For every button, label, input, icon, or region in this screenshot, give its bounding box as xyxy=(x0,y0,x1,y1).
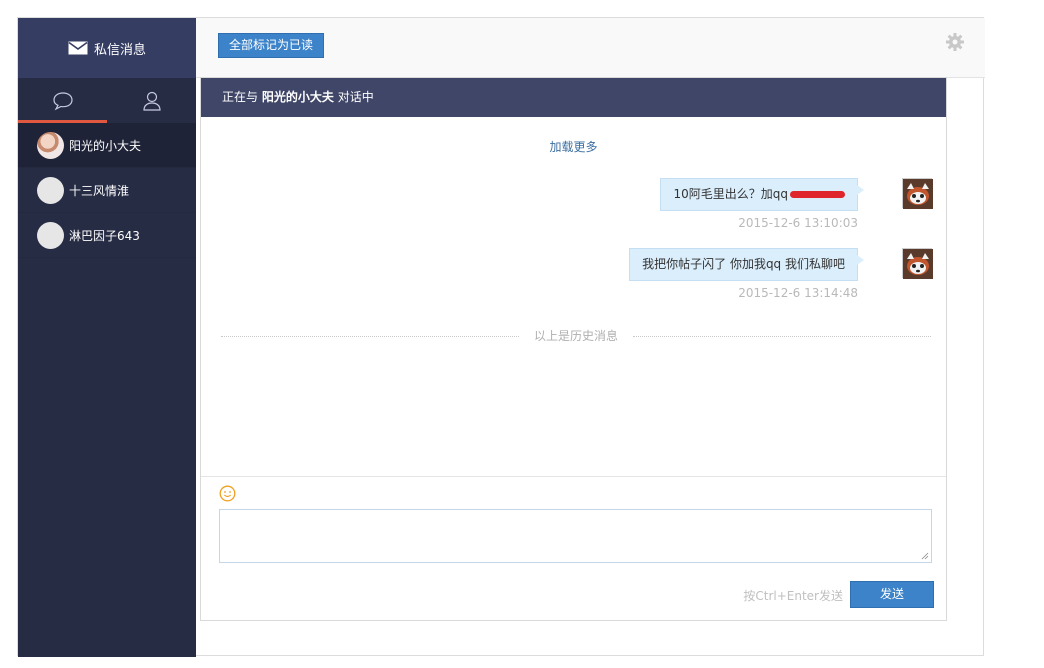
message-bubble: 10阿毛里出么？加qq xyxy=(660,178,864,211)
send-button[interactable]: 发送 xyxy=(850,581,934,608)
contact-item[interactable]: 淋巴因子643 xyxy=(18,213,196,258)
avatar xyxy=(37,221,64,249)
history-divider: 以上是历史消息 xyxy=(221,328,931,344)
tab-messages[interactable] xyxy=(18,78,107,123)
avatar xyxy=(902,178,933,209)
load-more-link[interactable]: 加载更多 xyxy=(201,138,946,155)
resize-grip-icon[interactable] xyxy=(921,552,929,560)
chat-bubble-icon xyxy=(52,91,73,110)
user-icon xyxy=(142,91,161,111)
contact-item[interactable]: 阳光的小大夫 xyxy=(18,123,196,168)
avatar xyxy=(37,176,64,204)
avatar xyxy=(902,248,933,279)
mail-icon xyxy=(68,41,88,55)
message-text: 我把你帖子闪了 你加我qq 我们私聊吧 xyxy=(642,257,845,271)
sidebar-header: 私信消息 xyxy=(18,18,196,78)
chat-partner-name: 阳光的小大夫 xyxy=(261,90,334,104)
message-bubble: 我把你帖子闪了 你加我qq 我们私聊吧 xyxy=(629,248,864,281)
history-label: 以上是历史消息 xyxy=(221,328,931,344)
gear-icon[interactable] xyxy=(945,32,965,52)
message-input[interactable] xyxy=(219,509,932,563)
message-text: 10阿毛里出么？加qq xyxy=(673,187,788,201)
chat-header-suffix: 对话中 xyxy=(337,90,374,104)
sidebar-tabs xyxy=(18,78,196,123)
tab-contacts[interactable] xyxy=(107,78,196,123)
contact-item[interactable]: 十三风情淮 xyxy=(18,168,196,213)
contact-name: 阳光的小大夫 xyxy=(69,138,142,153)
compose-area: 按Ctrl+Enter发送 发送 xyxy=(201,476,946,620)
chat-header-prefix: 正在与 xyxy=(222,90,259,104)
message-timestamp: 2015-12-6 13:10:03 xyxy=(738,216,858,230)
history-text: 以上是历史消息 xyxy=(525,329,626,343)
redaction-mark xyxy=(790,191,845,198)
avatar xyxy=(37,131,64,159)
mark-all-read-button[interactable]: 全部标记为已读 xyxy=(218,33,325,58)
red-panda-icon xyxy=(903,179,933,209)
chat-panel: 正在与 阳光的小大夫 对话中 加载更多 10阿毛里出么？加qq 2015-12-… xyxy=(200,77,947,621)
send-hint: 按Ctrl+Enter发送 xyxy=(743,589,843,603)
contact-name: 淋巴因子643 xyxy=(69,228,140,243)
chat-message: 10阿毛里出么？加qq 2015-12-6 13:10:03 xyxy=(212,178,933,230)
contact-name: 十三风情淮 xyxy=(69,183,130,198)
message-timestamp: 2015-12-6 13:14:48 xyxy=(738,286,858,300)
chat-header: 正在与 阳光的小大夫 对话中 xyxy=(201,78,946,117)
toolbar: 全部标记为已读 xyxy=(196,18,985,78)
sidebar: 私信消息 阳光的小大夫 十三风情淮 淋巴因子643 xyxy=(18,18,196,657)
smiley-icon[interactable] xyxy=(219,485,236,502)
sidebar-title: 私信消息 xyxy=(93,42,146,58)
chat-message: 我把你帖子闪了 你加我qq 我们私聊吧 2015-12-6 13:14:48 xyxy=(212,248,933,300)
red-panda-icon xyxy=(903,249,933,279)
